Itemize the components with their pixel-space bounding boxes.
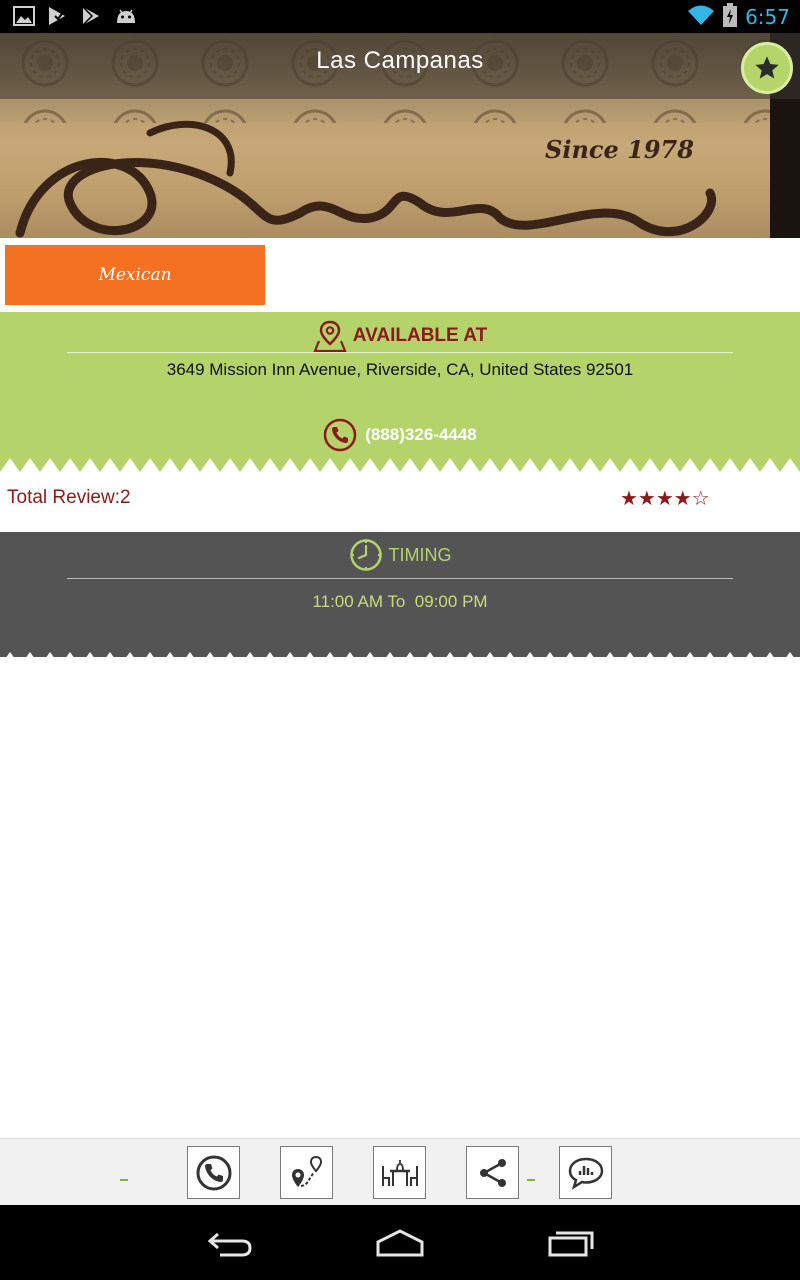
clock: 6:57 [745, 5, 790, 29]
directions-action-button[interactable] [280, 1146, 333, 1199]
reviews-action-button[interactable] [559, 1146, 612, 1199]
restaurant-name: Las Campanas [316, 47, 484, 74]
indicator-dot [527, 1179, 535, 1181]
star-icon [755, 56, 779, 79]
play-store-check-icon [46, 5, 70, 27]
availability-section: AVAILABLE AT 3649 Mission Inn Avenue, Ri… [0, 312, 800, 472]
zigzag-edge [0, 458, 800, 472]
back-button[interactable] [200, 1223, 260, 1263]
opening-hours: 11:00 AM To 09:00 PM [312, 592, 488, 611]
recent-apps-icon [548, 1231, 594, 1257]
android-icon [114, 5, 138, 27]
dining-table-icon [381, 1159, 418, 1186]
total-review-label[interactable]: Total Review:2 [7, 487, 131, 509]
share-action-button[interactable] [466, 1146, 519, 1199]
status-bar: 6:57 [0, 0, 800, 33]
phone-icon [323, 418, 357, 452]
category-label: Mexican [98, 265, 172, 285]
phone-icon [196, 1155, 231, 1190]
category-badge[interactable]: Mexican [5, 245, 265, 305]
favorite-button[interactable] [741, 42, 793, 94]
clock-icon [349, 539, 382, 571]
restaurant-detail-screen: 6:57 Since 1978 Las Campanas Mexican AVA… [0, 0, 800, 1280]
system-nav-bar [0, 1205, 800, 1280]
map-pin-icon [313, 320, 347, 353]
svg-text:Since 1978: Since 1978 [545, 135, 694, 164]
phone-number: (888)326-4448 [365, 425, 477, 444]
timing-section: TIMING 11:00 AM To 09:00 PM [0, 532, 800, 657]
divider [67, 578, 733, 579]
timing-title: TIMING [388, 544, 452, 565]
home-icon [376, 1229, 424, 1257]
battery-charging-icon [723, 3, 738, 31]
rating-stars: ★★★★☆ [620, 486, 710, 510]
reserve-table-action-button[interactable] [373, 1146, 426, 1199]
availability-title: AVAILABLE AT [352, 325, 488, 346]
divider [67, 352, 733, 353]
play-store-icon [80, 5, 104, 27]
back-icon [207, 1232, 252, 1257]
indicator-dot [120, 1179, 128, 1181]
gallery-icon [12, 5, 36, 27]
wifi-icon [687, 4, 715, 30]
address-text[interactable]: 3649 Mission Inn Avenue, Riverside, CA, … [0, 360, 800, 380]
action-bar [0, 1138, 800, 1205]
zigzag-edge [0, 652, 800, 666]
share-icon [479, 1158, 506, 1187]
map-route-icon [291, 1155, 322, 1187]
call-action-button[interactable] [187, 1146, 240, 1199]
recent-apps-button[interactable] [540, 1223, 600, 1263]
restaurant-hero-image: Since 1978 Las Campanas [0, 33, 800, 238]
comment-chart-icon [568, 1157, 603, 1190]
phone-link[interactable]: (888)326-4448 [0, 418, 800, 452]
home-button[interactable] [370, 1223, 430, 1263]
